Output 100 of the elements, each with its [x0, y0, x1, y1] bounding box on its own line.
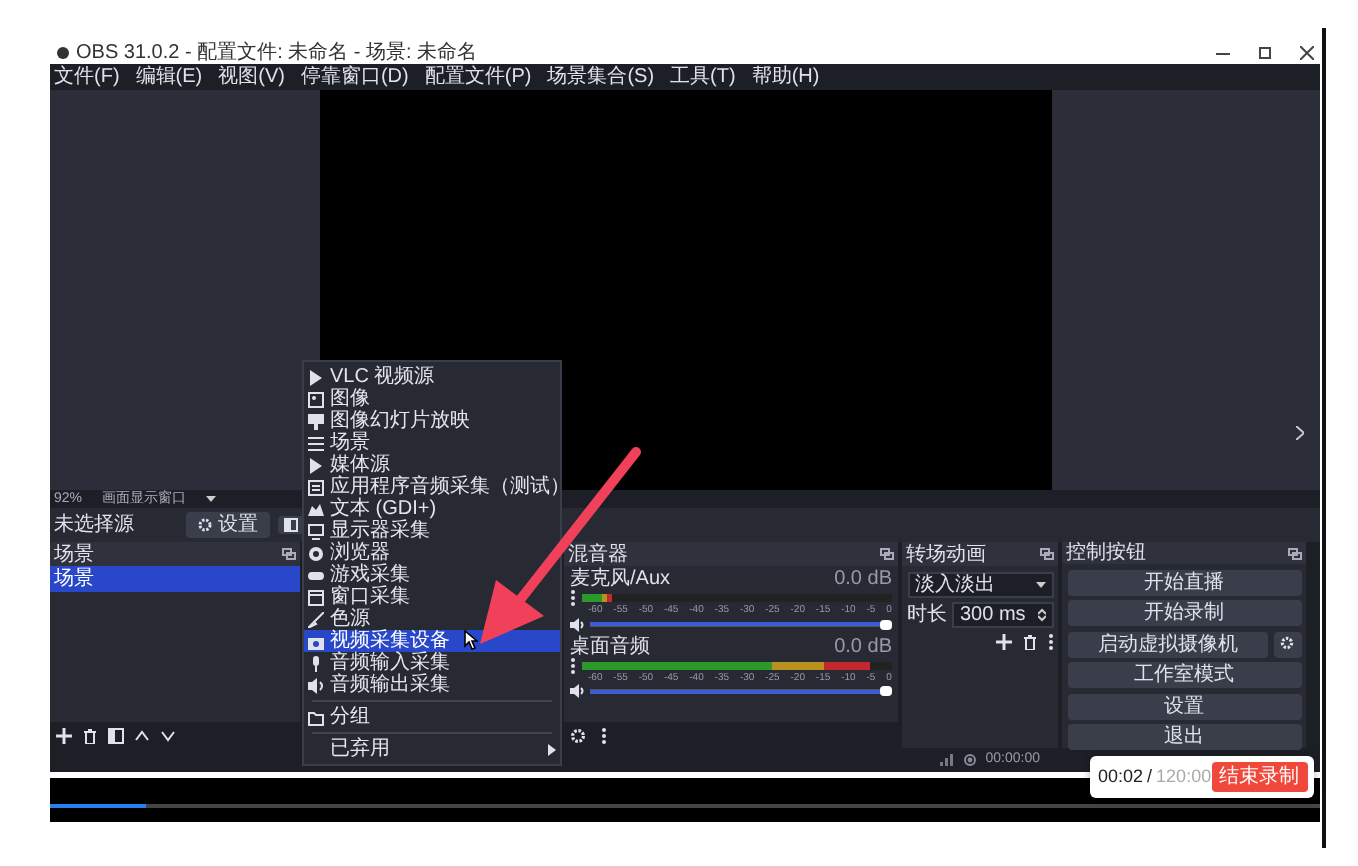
control-button[interactable]: 启动虚拟摄像机: [1067, 631, 1269, 657]
add-icon[interactable]: [995, 633, 1011, 649]
menu-item[interactable]: 音频输入采集: [304, 652, 560, 674]
db-reading: 0.0 dB: [834, 635, 892, 657]
gear-icon[interactable]: [570, 727, 586, 743]
slideshow-icon: [308, 413, 324, 429]
control-button[interactable]: 开始直播: [1067, 569, 1301, 595]
filter-icon[interactable]: [108, 727, 124, 743]
window-icon: [308, 479, 324, 495]
channel-name: 桌面音频: [570, 635, 650, 657]
dock-title: 混音器: [568, 543, 628, 565]
folder-icon: [308, 709, 324, 725]
settings-button[interactable]: [1273, 631, 1301, 657]
menu-item[interactable]: 场景集合(S): [547, 66, 655, 88]
menu-item[interactable]: 工具(T): [670, 66, 736, 88]
dock-title: 控制按钮: [1066, 542, 1146, 564]
total-time: 120:00: [1156, 765, 1212, 786]
control-button[interactable]: 设置: [1067, 693, 1301, 719]
trash-icon[interactable]: [82, 727, 98, 743]
speaker-icon[interactable]: [570, 684, 584, 698]
list-icon: [308, 435, 324, 451]
control-button[interactable]: 退出: [1067, 724, 1301, 750]
chevron-down-icon[interactable]: [160, 727, 176, 743]
cursor-icon: [464, 630, 478, 650]
menu-item[interactable]: 停靠窗口(D): [300, 66, 409, 88]
menu-item[interactable]: 视频采集设备: [304, 630, 560, 652]
app-icon: [56, 45, 70, 59]
menu-item[interactable]: 文本 (GDI+): [304, 498, 560, 520]
image-icon: [308, 391, 324, 407]
play-icon: [308, 457, 324, 473]
brush-icon: [308, 611, 324, 627]
monitor-icon: [308, 523, 324, 539]
microphone-icon: [308, 655, 324, 671]
control-button[interactable]: 开始录制: [1067, 600, 1301, 626]
volume-slider-thumb[interactable]: [880, 619, 892, 629]
dock-title: 转场动画: [906, 543, 986, 565]
volume-slider[interactable]: [589, 686, 892, 696]
undock-icon[interactable]: [880, 548, 894, 560]
close-icon[interactable]: [1300, 45, 1314, 59]
add-icon[interactable]: [56, 727, 72, 743]
filter-icon: [284, 518, 298, 532]
menu-item[interactable]: 配置文件(P): [424, 66, 532, 88]
menu-item[interactable]: VLC 视频源: [304, 366, 560, 388]
chevron-up-icon[interactable]: [134, 727, 150, 743]
menu-item[interactable]: 浏览器: [304, 542, 560, 564]
menu-item[interactable]: 应用程序音频采集（测试）: [304, 476, 560, 498]
settings-button[interactable]: 设置: [186, 512, 270, 538]
list-item[interactable]: 场景: [50, 566, 300, 592]
kebab-icon[interactable]: [1047, 633, 1053, 649]
dock-title: 场景: [54, 543, 94, 565]
window-title: OBS 31.0.2 - 配置文件: 未命名 - 场景: 未命名: [76, 41, 478, 63]
menu-item[interactable]: 编辑(E): [135, 66, 203, 88]
duration-field[interactable]: 300 ms: [952, 602, 1053, 628]
volume-slider-thumb[interactable]: [880, 686, 892, 696]
channel-name: 麦克风/Aux: [570, 568, 671, 590]
volume-slider[interactable]: [589, 619, 892, 629]
menu-item[interactable]: 帮助(H): [751, 66, 820, 88]
menu-item[interactable]: 分组: [304, 706, 560, 728]
trash-icon[interactable]: [1021, 633, 1037, 649]
end-recording-button[interactable]: 结束录制: [1211, 762, 1308, 792]
undock-icon[interactable]: [1288, 547, 1302, 559]
menu-item[interactable]: 场景: [304, 432, 560, 454]
no-source-label: 未选择源: [54, 514, 136, 536]
chevron-right-icon[interactable]: [1296, 426, 1304, 440]
window-icon: [308, 589, 324, 605]
record-icon: [963, 754, 976, 766]
menu-item[interactable]: 显示器采集: [304, 520, 560, 542]
menu-item[interactable]: 音频输出采集: [304, 674, 560, 696]
gear-icon: [198, 518, 212, 532]
caret-down-icon[interactable]: [206, 496, 217, 502]
time-separator: /: [1147, 765, 1153, 786]
menu-item[interactable]: 文件(F): [54, 66, 120, 88]
menu-item[interactable]: 游戏采集: [304, 564, 560, 586]
signal-icon: [939, 754, 954, 766]
duration-label: 时长: [907, 604, 947, 626]
camera-icon: [308, 633, 324, 649]
kebab-icon[interactable]: [596, 727, 612, 743]
play-icon: [308, 369, 324, 385]
menu-item[interactable]: 色源: [304, 608, 560, 630]
gear-icon: [1280, 636, 1295, 651]
menu-item[interactable]: 图像幻灯片放映: [304, 410, 560, 432]
spin-arrows-icon: [1037, 608, 1045, 622]
speaker-icon: [308, 677, 324, 693]
kebab-icon[interactable]: [570, 657, 576, 673]
kebab-icon[interactable]: [570, 590, 576, 606]
control-button[interactable]: 工作室模式: [1067, 662, 1301, 688]
menu-item[interactable]: 已弃用: [304, 738, 560, 760]
menu-item[interactable]: 媒体源: [304, 454, 560, 476]
menu-item[interactable]: 窗口采集: [304, 586, 560, 608]
restore-icon[interactable]: [1258, 45, 1272, 59]
undock-icon[interactable]: [282, 548, 296, 560]
db-reading: 0.0 dB: [834, 568, 892, 590]
transition-dropdown[interactable]: 淡入淡出: [907, 571, 1053, 597]
speaker-icon[interactable]: [570, 617, 584, 631]
menu-item[interactable]: 图像: [304, 388, 560, 410]
caret-down-icon: [1035, 581, 1045, 587]
menu-item[interactable]: 视图(V): [218, 66, 285, 88]
submenu-arrow-icon: [548, 743, 556, 755]
elapsed-time: 00:02: [1098, 765, 1144, 786]
undock-icon[interactable]: [1040, 548, 1054, 560]
